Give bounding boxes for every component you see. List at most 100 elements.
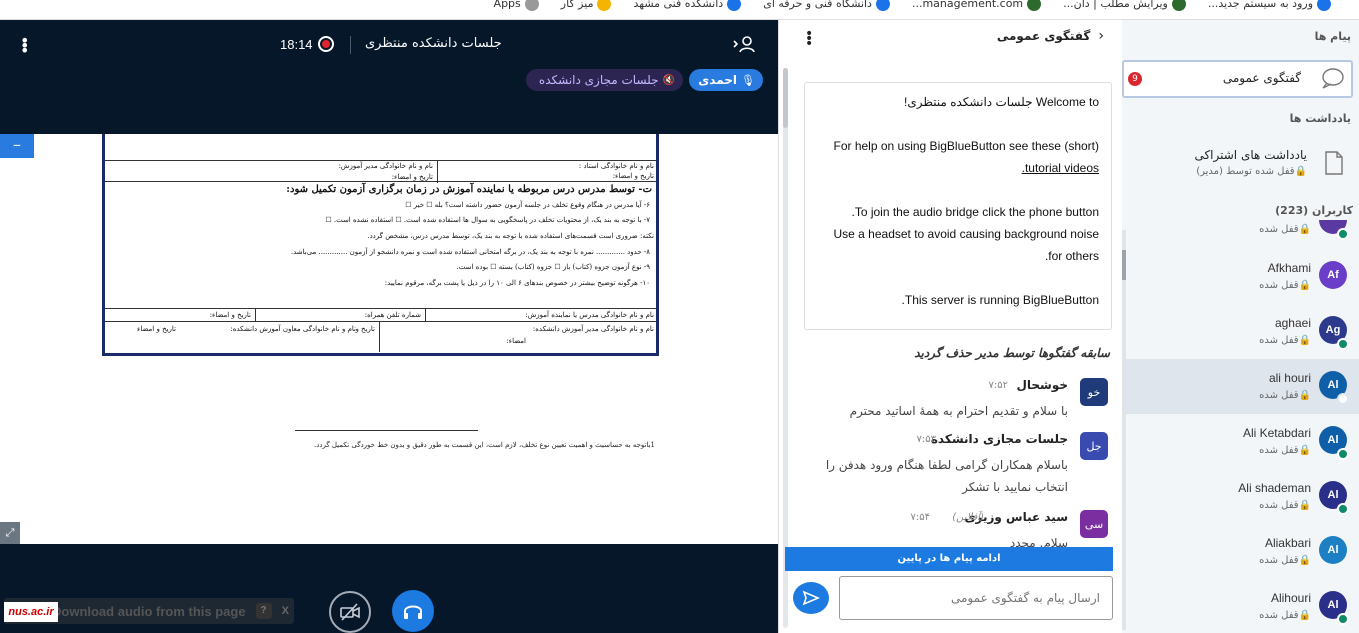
scrollbar-thumb [783,68,788,128]
room-badge: 🔇 جلسات مجازی دانشکده [526,69,683,91]
fullscreen-icon: ⤢ [5,526,15,539]
chat-options-icon[interactable]: • • • [805,27,813,51]
message-status: (آفلاین) [952,512,984,523]
bookmark[interactable]: ویرایش مطلب | دان... [1063,0,1186,11]
bookmark[interactable]: میز کار [561,0,612,11]
minimize-presentation-button[interactable]: – [0,134,34,158]
user-lock-status: 🔒قفل شده [1259,335,1311,346]
bookmark-icon [1027,0,1042,11]
bookmark[interactable]: Apps [494,0,539,11]
welcome-line: To join the audio bridge click the phone… [851,205,1099,219]
muted-microphone-icon: 🔇 [662,74,675,86]
doc-text: نام و نام خانوادگی استاد : [578,162,654,170]
message-author: جلسات مجازی دانشکده [930,432,1068,446]
user-avatar: Al [1319,536,1347,564]
lock-icon: 🔒 [1298,390,1311,401]
user-lock-status: 🔒قفل شده [1259,555,1311,566]
users-section-title: کاربران (223) [1275,204,1353,217]
send-icon [802,590,820,606]
user-name: Aliakbari [1264,536,1311,550]
message-text: با سلام و تقدیم احترام به همهٔ اساتید مح… [849,404,1068,418]
chat-message: جل جلسات مجازی دانشکده ۷:۵۳ باسلام همکار… [808,432,1108,502]
record-button[interactable] [318,36,334,52]
doc-text: تاریخ و [355,322,380,352]
user-item[interactable]: Ag aghaei 🔒قفل شده [1122,304,1359,359]
microphone-status-icon [1337,503,1349,515]
tutorial-link[interactable]: tutorial videos. [817,157,1099,201]
welcome-box: Welcome to جلسات دانشکده منتظری! For hel… [804,82,1112,330]
doc-cell: نام و نام خانوادگی مدیر آموزش: تاریخ و ام… [339,161,438,183]
presenter-pill[interactable]: 🎙 احمدی [689,69,763,91]
user-avatar: Af [1319,261,1347,289]
doc-row: نام و نام خانوادگی استاد : تاریخ و امضاء… [105,160,656,183]
bookmarks-bar: ورود به سیستم جدید... ویرایش مطلب | دان.… [0,0,1359,20]
user-list-toggle-icon[interactable] [732,34,756,54]
doc-text: تاریخ و امضاء: [612,172,654,180]
chat-message-input[interactable] [839,576,1113,620]
help-icon[interactable]: ? [255,603,272,619]
chevron-right-icon: ‹ [1098,28,1104,44]
doc-line: ۷- با توجه به بند یک، از محتویات تخلف در… [325,216,650,224]
doc-text: نام و نام خانوادگی مدرس یا نماینده آموزش… [525,311,654,319]
site-watermark: nus.ac.ir [4,602,58,622]
message-time: ۷:۵۲ [988,380,1008,391]
audio-button[interactable] [392,590,434,632]
chat-header[interactable]: ‹ گفتگوی عمومی [997,28,1104,44]
chat-cleared-notice: سابقه گفتگوها توسط مدیر حذف گردید [914,346,1110,360]
meeting-title: جلسات دانشکده منتظری [365,36,502,51]
user-item[interactable]: Al Ali shademan 🔒قفل شده [1122,469,1359,524]
doc-text: تاریخ و امضاء: [391,172,433,181]
doc-text: امضاء: [506,337,526,345]
messages-section-title: پیام ها [1314,30,1351,43]
welcome-line: Welcome to جلسات دانشکده منتظری! [904,95,1099,109]
message-avatar: خو [1080,378,1108,406]
more-messages-button[interactable]: ادامه پیام ها در پایین [785,547,1113,571]
public-chat-item[interactable]: گفتگوی عمومی 9 [1122,60,1353,98]
lock-icon: 🔒 [1298,280,1311,291]
chat-bubble-icon [1319,67,1345,94]
user-item[interactable]: Al Ali Ketabdari 🔒قفل شده [1122,414,1359,469]
user-list-scrollbar[interactable] [1122,230,1126,630]
lock-icon: 🔒 [1298,445,1311,456]
user-item[interactable]: Al Aliakbari 🔒قفل شده [1122,524,1359,579]
chat-scrollbar[interactable] [783,68,788,628]
bookmark[interactable]: management.com... [912,0,1042,11]
lock-icon: 🔒 [1298,500,1311,511]
toggle-camera-button[interactable] [329,591,371,633]
user-lock-status: 🔒قفل شده [1259,610,1311,621]
bookmark-icon [727,0,742,11]
user-name: Alihouri [1270,591,1311,605]
doc-line: ۱۰- هرگونه توضیح بیشتر در خصوص بندهای ۶ … [384,279,650,287]
send-message-button[interactable] [793,582,829,614]
doc-line: ۸- حدود ............. نمره با توجه به بن… [290,248,650,256]
bookmark[interactable]: ورود به سیستم جدید... [1208,0,1331,11]
user-item[interactable]: Al Alihouri 🔒قفل شده [1122,579,1359,633]
meeting-timer: 18:14 [280,37,313,52]
microphone-status-icon [1337,338,1349,350]
slide-document: نام و نام خانوادگی استاد : تاریخ و امضاء… [102,134,659,356]
server-link[interactable]: This server is running BigBlueButton. [817,289,1099,311]
bookmark[interactable]: دانشگاه فنی و حرفه ای [763,0,890,11]
footnote-rule [295,430,478,431]
doc-text: نام و نام خانوادگی مدیر آموزش دانشکده: [532,325,654,333]
message-text: باسلام همکاران گرامی لطفا هنگام ورود هدف… [825,458,1068,494]
doc-heading: ت- توسط مدرس درس مربوطه یا نماینده آموزش… [286,184,652,195]
bookmark-icon [597,0,612,11]
bookmark[interactable]: دانشکده فنی مشهد [633,0,742,11]
kebab-menu-icon[interactable]: • • • [20,33,29,59]
close-icon[interactable]: X [282,605,289,617]
shared-notes-label: یادداشت های اشتراکی [1194,148,1307,162]
shared-notes-item[interactable]: یادداشت های اشتراکی 🔒قفل شده توسط (مدیر) [1122,140,1359,186]
camera-off-icon [340,603,360,621]
doc-text: تاریخ و امضاء [137,325,176,333]
user-item[interactable]: Af Afkhami 🔒قفل شده [1122,249,1359,304]
slide-area: نام و نام خانوادگی استاد : تاریخ و امضاء… [0,134,778,544]
fullscreen-button[interactable]: ⤢ [0,522,20,544]
user-list-panel: پیام ها گفتگوی عمومی 9 یادداشت ها یادداش… [1122,20,1359,633]
user-item[interactable]: 🔒قفل شده [1122,220,1359,249]
user-item-selected[interactable]: Al ali houri 🔒قفل شده [1122,359,1359,414]
bookmark-icon [1171,0,1186,11]
footnote: 1باتوجه به حساسیت و اهمیت تعیین نوع تخلف… [314,441,656,449]
lock-icon: 🔒 [1298,610,1311,621]
meeting-header: • • • 18:14 جلسات دانشکده منتظری [0,20,778,68]
